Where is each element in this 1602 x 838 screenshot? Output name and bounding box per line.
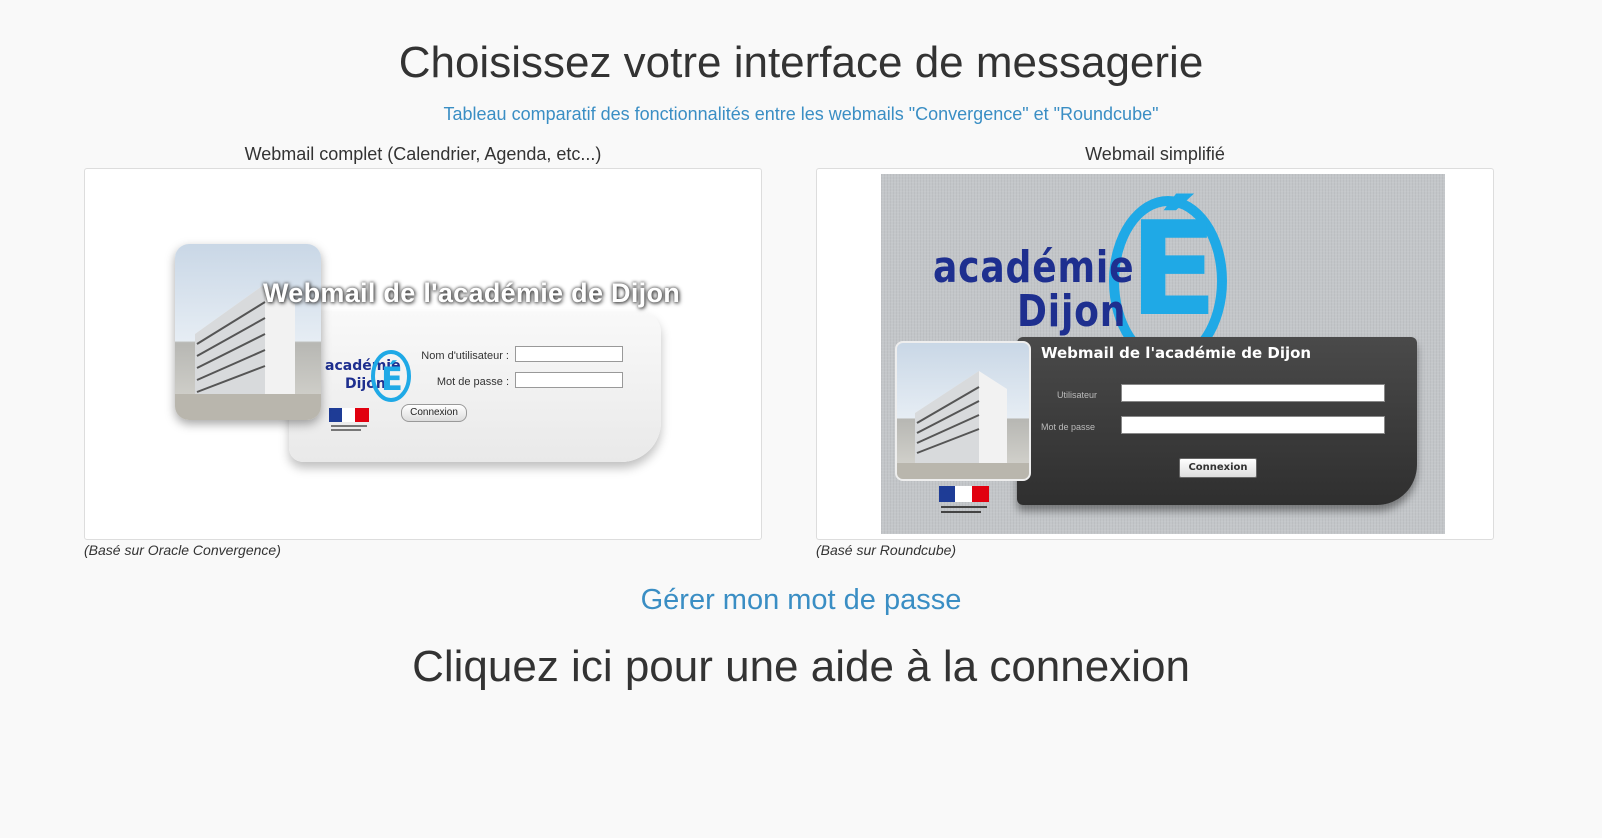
page-title: Choisissez votre interface de messagerie [398,38,1204,87]
convergence-login-preview: académie Dijon É Nom d'utilisateur : Mot… [175,244,695,484]
password-label: Mot de passe : [436,376,509,388]
e-logo-letter: É [1129,193,1218,345]
full-webmail-caption: (Basé sur Oracle Convergence) [84,542,281,558]
marianne-flag-icon [329,408,369,431]
brand-dijon: Dijon [1017,286,1127,337]
password-field [515,372,623,388]
rc-username-label: Utilisateur [1057,390,1098,400]
comparison-table-link[interactable]: Tableau comparatif des fonctionnalités e… [0,104,1602,125]
roundcube-connect-button: Connexion [1179,458,1257,478]
rc-username-field [1121,384,1385,402]
roundcube-login-preview: É académie Dijon Webmail de l'académie d… [881,174,1445,534]
connection-help-link[interactable]: Cliquez ici pour une aide à la connexion [0,642,1602,692]
username-field [515,346,623,362]
manage-password-link[interactable]: Gérer mon mot de passe [0,584,1602,617]
full-webmail-thumbnail-link[interactable]: académie Dijon É Nom d'utilisateur : Mot… [84,168,762,540]
convergence-login-box: académie Dijon É Nom d'utilisateur : Mot… [289,312,661,462]
convergence-connect-button: Connexion [401,404,467,422]
rc-marianne-flag-icon [939,486,989,513]
svg-text:Dijon: Dijon [345,376,386,392]
rc-password-label: Mot de passe [1041,422,1096,432]
simple-webmail-heading: Webmail simplifié [1085,144,1225,164]
username-label: Nom d'utilisateur : [421,350,509,362]
roundcube-title: Webmail de l'académie de Dijon [1041,344,1312,362]
rc-building-photo [895,341,1031,481]
simple-webmail-thumbnail-link[interactable]: É académie Dijon Webmail de l'académie d… [816,168,1494,540]
full-webmail-heading: Webmail complet (Calendrier, Agenda, etc… [244,144,602,164]
simple-webmail-caption: (Basé sur Roundcube) [816,542,957,558]
convergence-title: Webmail de l'académie de Dijon [263,278,681,308]
building-photo [175,244,321,420]
rc-password-field [1121,416,1385,434]
